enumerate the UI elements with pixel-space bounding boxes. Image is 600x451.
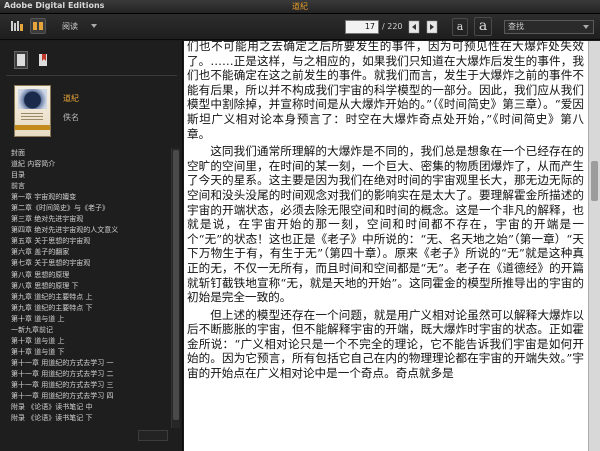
toc-item[interactable]: 第一章 宇宙观的嬗变 — [8, 192, 170, 203]
toc-item[interactable]: 第八章 思想的原理 — [8, 270, 170, 281]
toc-item[interactable]: 第六章 盖子的翻家 — [8, 247, 170, 258]
toc-item[interactable]: 第十一章 用道纪的方式去学习 三 — [8, 380, 170, 391]
reading-pane: 们也不可能用之去确定之后所要发生的事件，因为可预见性在大爆炸处失效了。……正是这… — [184, 41, 588, 451]
chevron-down-icon[interactable] — [91, 24, 97, 28]
search-dropdown-icon[interactable] — [583, 25, 589, 29]
sidebar-options-button[interactable] — [138, 430, 168, 441]
document-title: 道紀 — [292, 2, 308, 11]
sidebar-tabs — [8, 51, 178, 71]
page-total: / 220 — [382, 22, 403, 31]
next-page-icon[interactable] — [424, 19, 440, 35]
toc-item[interactable]: 第十章 道与道 上 — [8, 314, 170, 325]
increase-font-button[interactable]: a — [474, 17, 492, 36]
reading-scrollbar[interactable] — [588, 41, 600, 451]
sidebar: 道紀 佚名 封面 道紀 内容简介 目录 前言 第一章 宇宙观的嬗变 第二章《时间简史》与《… — [0, 41, 183, 451]
toc-item[interactable]: 第五章 关于思想的宇宙观 — [8, 236, 170, 247]
book-cover — [14, 85, 51, 137]
toc-item[interactable]: 第八章 思想的原理 下 — [8, 281, 170, 292]
toc-item[interactable]: 第十章 道与道 下 — [8, 347, 170, 358]
toc-item[interactable]: 第十一章 用道纪的方式去学习 四 — [8, 391, 170, 402]
table-of-contents: 封面 道紀 内容简介 目录 前言 第一章 宇宙观的嬗变 第二章《时间简史》与《老子》 第三章… — [8, 148, 170, 425]
bookmark-tab-icon[interactable] — [36, 51, 50, 69]
toc-item[interactable]: 第七章 关于思想的宇宙观 — [8, 258, 170, 269]
toc-item[interactable]: 第十一章 用道纪的方式去学习 二 — [8, 369, 170, 380]
paragraph: 这同我们通常所理解的大爆炸是不同的，我们总是想象在一个已经存在的空旷的空间里，在… — [187, 144, 584, 305]
toc-item[interactable]: 道紀 内容简介 — [8, 159, 170, 170]
toc-item[interactable]: 第二章《时间简史》与《老子》 — [8, 203, 170, 214]
toc-item[interactable]: 封面 — [8, 148, 170, 159]
toc-item[interactable]: 第十章 道与道 上 — [8, 336, 170, 347]
reading-scrollbar-thumb[interactable] — [591, 161, 598, 201]
toc-item[interactable]: 附录 《论语》读书笔记 下 — [8, 413, 170, 424]
title-bar: Adobe Digital Editions 道紀 — [0, 0, 600, 14]
toc-item[interactable]: 第三章 绝对先进宇宙观 — [8, 214, 170, 225]
toc-item[interactable]: 第九章 道纪的主要特点 下 — [8, 303, 170, 314]
divider — [6, 75, 177, 76]
app-window: Adobe Digital Editions 道紀 阅读 17 / 220 a … — [0, 0, 600, 451]
toc-item[interactable]: 第九章 道纪的主要特点 上 — [8, 292, 170, 303]
paragraph: 但上述的模型还存在一个问题，就是用广义相对论虽然可以解释大爆炸以后不断膨胀的宇宙… — [187, 307, 584, 381]
library-icon[interactable] — [9, 18, 25, 34]
reading-menu[interactable]: 阅读 — [62, 21, 78, 32]
book-title: 道紀 — [63, 94, 79, 103]
search-input[interactable]: 查找 — [504, 20, 594, 34]
toc-scrollbar[interactable] — [171, 148, 180, 428]
previous-page-icon[interactable] — [406, 19, 422, 35]
toc-item[interactable]: 目录 — [8, 170, 170, 181]
toc-item[interactable]: 附录 《论语》读书笔记 中 — [8, 402, 170, 413]
toolbar: 阅读 17 / 220 a a 查找 — [0, 14, 600, 40]
toc-item[interactable]: 前言 — [8, 181, 170, 192]
page-number-input[interactable]: 17 — [345, 20, 379, 34]
toc-item[interactable]: 第四章 绝对先进宇宙观的人文意义 — [8, 225, 170, 236]
thumbnail-tab-icon[interactable] — [14, 51, 28, 69]
reading-view-icon[interactable] — [30, 18, 46, 34]
book-author: 佚名 — [63, 113, 79, 122]
decrease-font-button[interactable]: a — [452, 18, 468, 36]
toc-scrollbar-thumb[interactable] — [173, 150, 179, 420]
paragraph: 们也不可能用之去确定之后所要发生的事件，因为可预见性在大爆炸处失效了。……正是这… — [187, 41, 584, 141]
toc-item[interactable]: 第十一章 用道纪的方式去学习 一 — [8, 358, 170, 369]
toc-item[interactable]: 一新九章前记 — [8, 325, 170, 336]
